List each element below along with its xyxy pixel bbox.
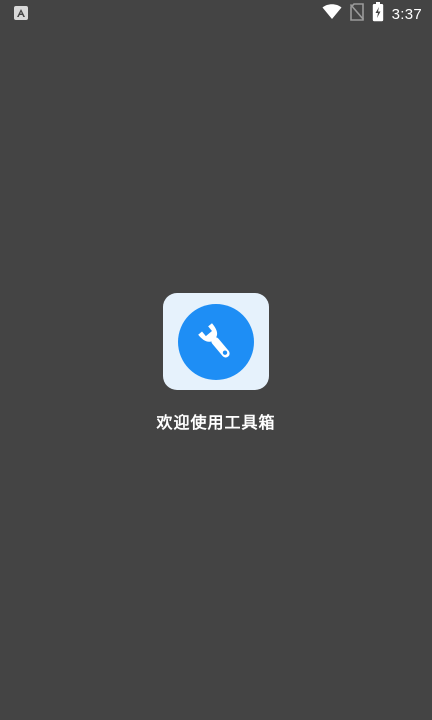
- wrench-icon: [198, 322, 230, 357]
- battery-charging-icon: [372, 2, 384, 26]
- status-right: 3:37: [322, 2, 422, 26]
- app-icon-circle: [178, 303, 254, 380]
- notification-a-icon: [14, 6, 28, 20]
- welcome-text: 欢迎使用工具箱: [156, 413, 276, 432]
- status-time: 3:37: [391, 5, 422, 23]
- app-icon: [163, 293, 269, 390]
- splash-content: 欢迎使用工具箱: [0, 293, 432, 433]
- wifi-icon: [322, 4, 342, 24]
- status-bar: 3:37: [0, 0, 432, 28]
- status-left: [14, 6, 28, 20]
- no-sim-icon: [349, 3, 364, 25]
- splash-screen: 3:37 欢迎使用工具箱: [0, 0, 432, 720]
